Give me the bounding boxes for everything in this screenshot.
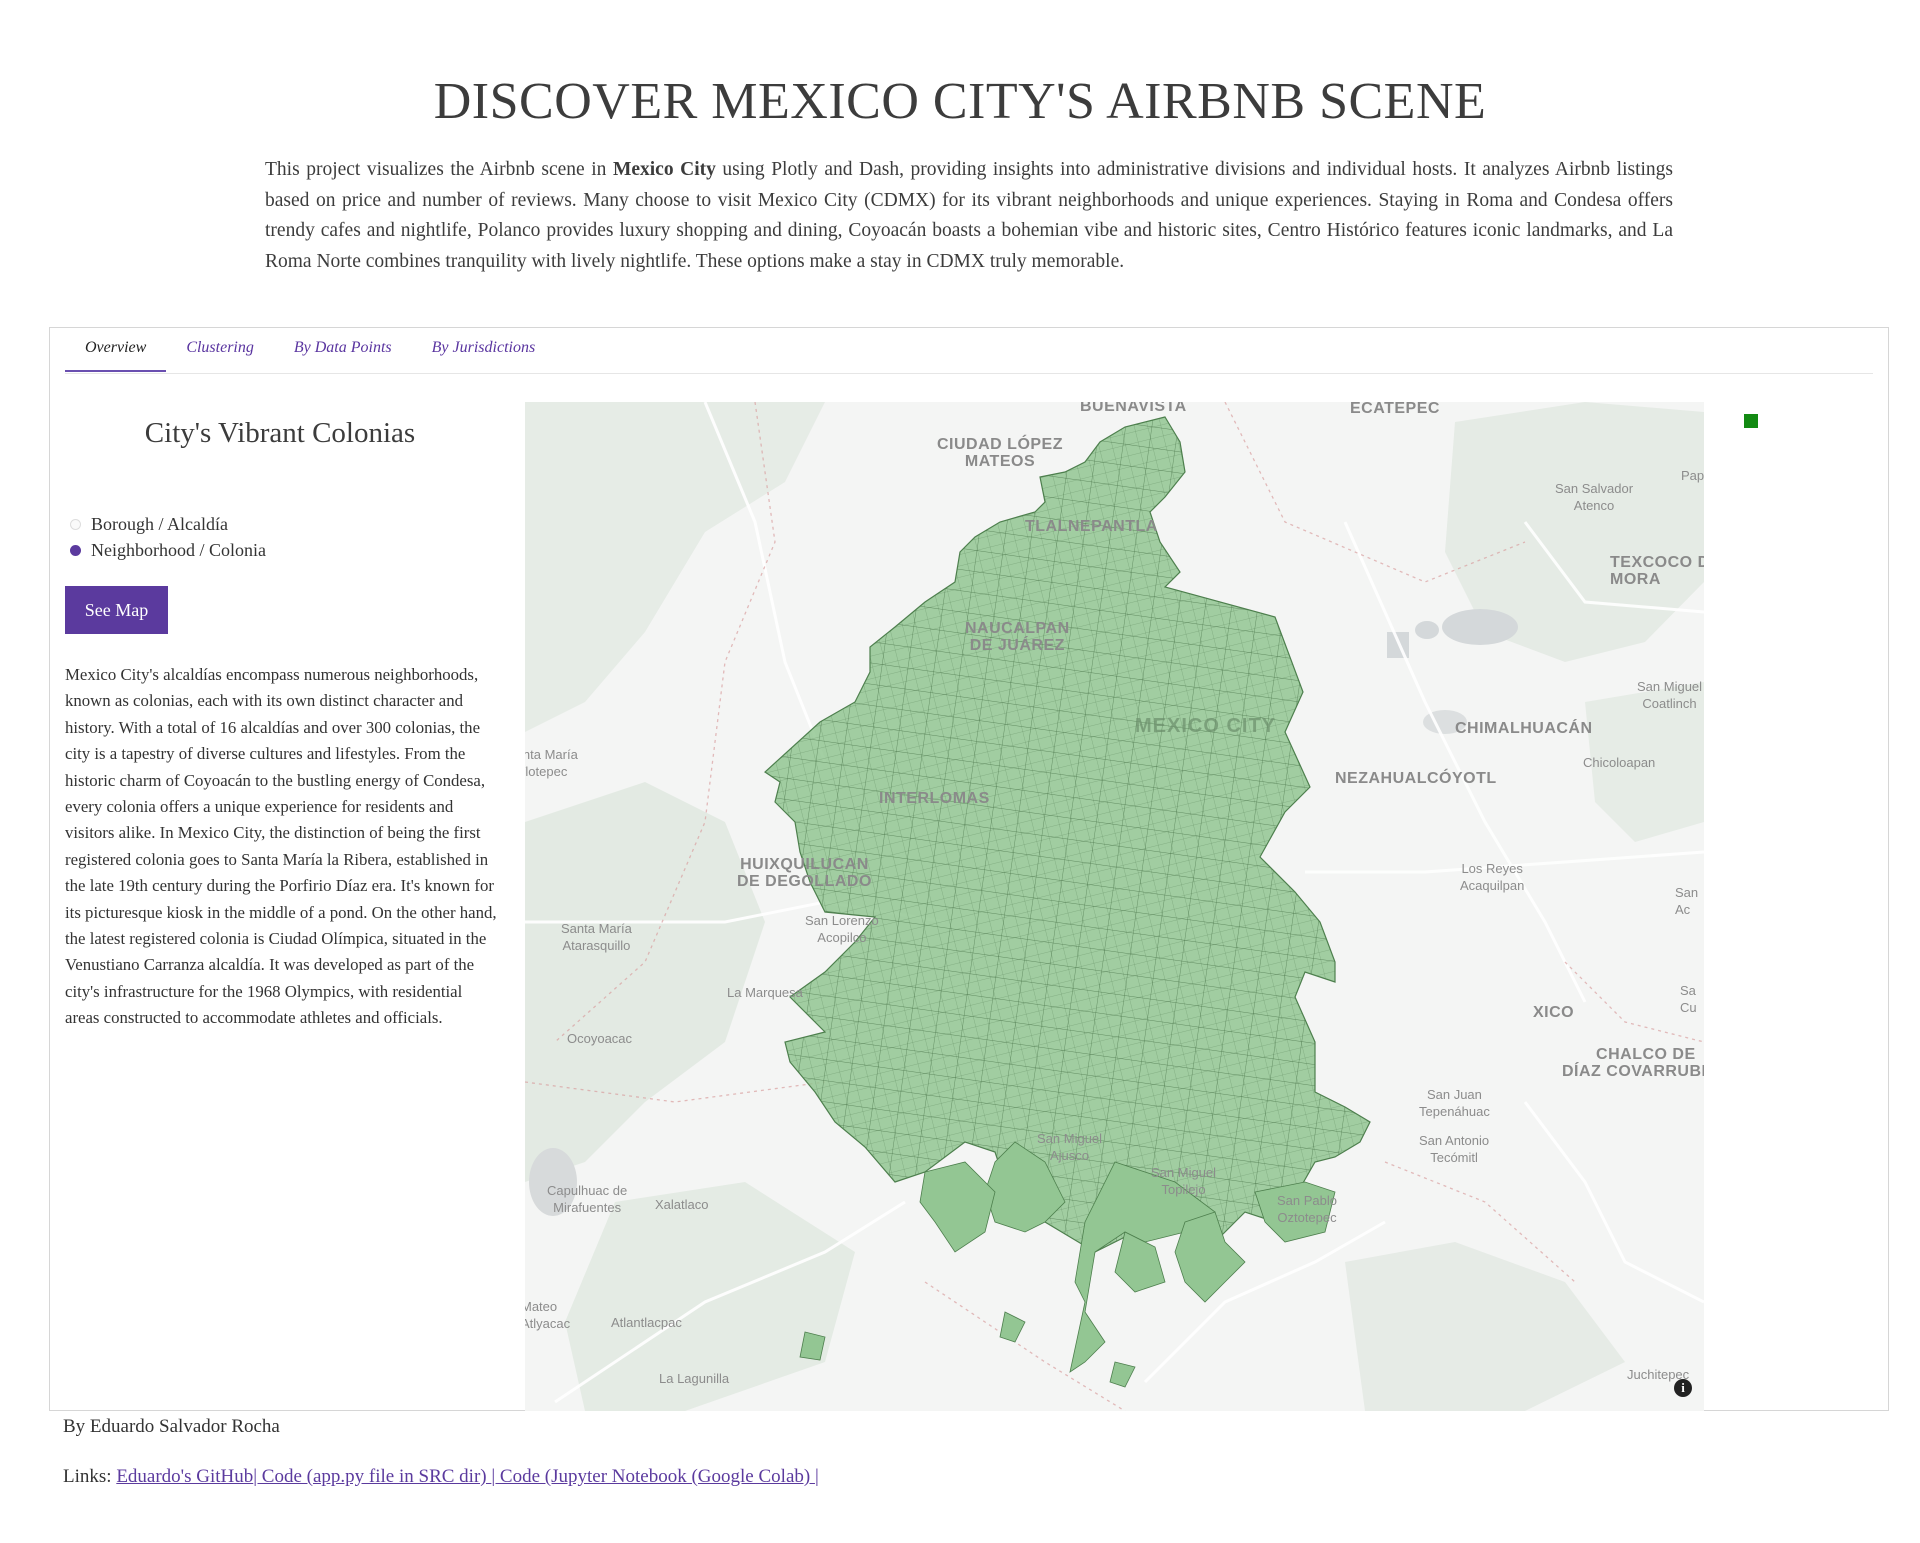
radio-neighborhood-label: Neighborhood / Colonia [91,539,266,560]
app-code-link[interactable]: | Code (app.py file in SRC dir) [253,1466,491,1487]
tab-clustering[interactable]: Clustering [166,328,274,372]
map-label: San Ac [1675,885,1699,917]
author-credit: By Eduardo Salvador Rocha [63,1416,280,1437]
radio-borough-label: Borough / Alcaldía [91,513,228,534]
map-label: San Miguel Coatlinch [1637,679,1703,711]
map-label: INTERLOMAS [879,790,990,807]
map-label: TEXCOCO DE MORA [1610,554,1704,588]
choropleth-map[interactable]: BUENAVISTA ECATEPEC CIUDAD LÓPEZ MATEOS … [525,402,1704,1411]
map-label: La Lagunilla [659,1371,730,1386]
map-label: CIUDAD LÓPEZ MATEOS [937,436,1063,470]
map-label: Capulhuac de Mirafuentes [547,1183,628,1215]
notebook-link[interactable]: | Code (Jupyter Notebook (Google Colab) [491,1466,815,1487]
map-label: CHIMALHUACÁN [1455,720,1593,737]
map-label: Atlantlacpac [611,1315,682,1330]
tab-by-jurisdictions[interactable]: By Jurisdictions [412,328,556,372]
see-map-button[interactable]: See Map [65,586,168,634]
radio-borough[interactable]: Borough / Alcaldía [70,511,266,537]
map-label: HUIXQUILUCAN DE DEGOLLADO [737,856,872,890]
radio-selected-icon[interactable] [70,544,81,556]
map-label: XICO [1533,1004,1575,1021]
map-label: Mateo Atlyacac [525,1299,571,1331]
intro-paragraph: This project visualizes the Airbnb scene… [265,155,1673,277]
map-label: Xalatlaco [655,1197,709,1212]
panel-description: Mexico City's alcaldías encompass numero… [65,665,497,1028]
footer-links: Links: Eduardo's GitHub| Code (app.py fi… [63,1466,819,1488]
intro-bold-city: Mexico City [612,159,716,180]
map-label: Chicoloapan [1583,755,1656,770]
map-basemap [525,402,1704,1411]
intro-text-start: This project visualizes the Airbnb scene… [265,159,613,180]
map-label: BUENAVISTA [1080,402,1187,415]
map-label: San Miguel Ajusco [1037,1131,1103,1163]
tab-overview[interactable]: Overview [65,328,167,372]
map-label: San Juan Tepenáhuac [1419,1087,1490,1119]
map-label: TLALNEPANTLA [1025,518,1158,535]
map-label: Ocoyoacac [567,1031,633,1046]
map-label: ECATEPEC [1350,402,1440,417]
links-label: Links: [63,1466,117,1487]
map-label: San Antonio Tecómitl [1419,1133,1490,1165]
radio-unselected-icon[interactable] [70,518,81,530]
radio-neighborhood[interactable]: Neighborhood / Colonia [70,537,266,563]
map-label: Los Reyes Acaquilpan [1460,861,1525,893]
tab-by-data-points[interactable]: By Data Points [274,328,412,372]
map-attribution-info-icon[interactable]: i [1674,1379,1692,1397]
page-title: DISCOVER MEXICO CITY'S AIRBNB SCENE [433,73,1487,130]
map-label: San Lorenzo Acopilco [805,913,879,945]
map-label: San Miguel Topilejo [1151,1165,1217,1197]
map-label: Sa Cu [1680,983,1697,1015]
map-label: La Marquesa [727,985,803,1000]
tabs-container: Overview Clustering By Data Points By Ju… [49,327,1889,1411]
map-label: MEXICO CITY [1135,715,1277,737]
map-label: CHALCO DE DÍAZ COVARRUBIAS [1562,1046,1704,1080]
map-label: Santa María Tlotepec [525,747,578,779]
map-label: Pap [1681,468,1704,483]
panel-heading: City's Vibrant Colonias [144,417,416,449]
map-level-radio-group: Borough / Alcaldía Neighborhood / Coloni… [70,511,266,563]
map-label: Santa María Atarasquillo [561,921,632,953]
map-label: NAUCALPAN DE JUÁREZ [965,620,1070,654]
github-link[interactable]: Eduardo's GitHub [116,1466,253,1487]
tab-bar: Overview Clustering By Data Points By Ju… [65,328,1873,374]
legend-color-swatch [1744,414,1758,428]
map-label: San Salvador Atenco [1555,481,1634,513]
map-label: San Pablo Oztotepec [1277,1193,1337,1225]
links-separator[interactable]: | [815,1466,819,1487]
map-label: NEZAHUALCÓYOTL [1335,770,1497,787]
